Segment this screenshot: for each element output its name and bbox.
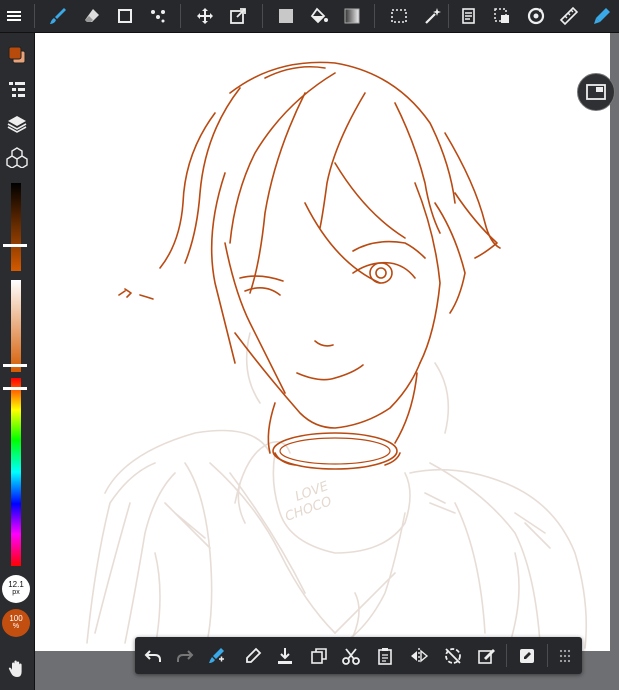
download-icon[interactable] — [271, 642, 299, 670]
hand-icon[interactable] — [3, 655, 31, 683]
edit-icon[interactable] — [513, 642, 541, 670]
top-toolbar — [0, 0, 619, 33]
toolbar-divider — [374, 4, 375, 28]
hue-handle[interactable] — [3, 387, 27, 390]
saturation-slider[interactable] — [0, 280, 34, 373]
scissors-icon[interactable] — [337, 642, 365, 670]
bucket-icon[interactable] — [307, 4, 331, 28]
rectangle-icon[interactable] — [113, 4, 137, 28]
materials-icon[interactable] — [3, 143, 31, 171]
brush-size-indicator[interactable]: 12.1 px — [2, 575, 30, 603]
paste-icon[interactable] — [371, 642, 399, 670]
dot-tool-icon[interactable] — [146, 4, 170, 28]
rotate-icon[interactable] — [524, 4, 548, 28]
action-divider — [547, 644, 548, 667]
toolbar-divider — [180, 4, 181, 28]
eyedropper-icon[interactable] — [239, 642, 267, 670]
sketch-artwork: LOVE CHOCO — [86, 61, 587, 651]
color-swatch-icon[interactable] — [3, 41, 31, 69]
flip-icon[interactable] — [405, 642, 433, 670]
brightness-handle[interactable] — [3, 244, 27, 247]
left-sidebar: 12.1 px 100 % — [0, 33, 35, 690]
action-divider — [506, 644, 507, 667]
ink-sketch-layer — [118, 61, 501, 470]
duplicate-icon[interactable] — [305, 642, 333, 670]
hue-slider[interactable] — [0, 378, 34, 568]
ruler-icon[interactable] — [557, 4, 581, 28]
navigator-icon — [586, 84, 606, 100]
saturation-handle[interactable] — [3, 364, 27, 367]
canvas-area[interactable]: LOVE CHOCO — [35, 33, 619, 690]
transform-icon[interactable] — [226, 4, 250, 28]
layers-icon[interactable] — [3, 110, 31, 138]
eraser-icon[interactable] — [80, 4, 104, 28]
brightness-slider[interactable] — [0, 183, 34, 273]
grid-dots-icon[interactable] — [551, 642, 579, 670]
brush-size-unit: px — [12, 589, 20, 596]
opacity-value: 100 — [9, 614, 23, 623]
magic-wand-icon[interactable] — [421, 4, 445, 28]
toolbar-divider — [34, 4, 35, 28]
drawing-canvas[interactable]: LOVE CHOCO — [35, 33, 610, 651]
brush-icon[interactable] — [46, 4, 70, 28]
navigator-button[interactable] — [577, 73, 615, 111]
select-layer-icon[interactable] — [490, 4, 514, 28]
toolbar-divider — [448, 4, 449, 28]
selection-icon[interactable] — [387, 4, 411, 28]
bottom-action-bar — [135, 637, 582, 674]
undo-icon[interactable] — [139, 642, 167, 670]
brush-size-value: 12.1 — [8, 580, 24, 589]
layer-list-icon[interactable] — [3, 75, 31, 103]
redo-icon[interactable] — [171, 642, 199, 670]
fill-color-icon[interactable] — [274, 4, 298, 28]
gradient-icon[interactable] — [340, 4, 364, 28]
opacity-unit: % — [12, 623, 20, 630]
pen-icon[interactable] — [590, 4, 614, 28]
toolbar-divider — [262, 4, 263, 28]
clear-icon[interactable] — [472, 642, 500, 670]
rotate-off-icon[interactable] — [439, 642, 467, 670]
move-icon[interactable] — [193, 4, 217, 28]
menu-icon[interactable] — [2, 4, 26, 28]
brush-tool-icon[interactable] — [203, 642, 231, 670]
rough-sketch-layer — [86, 332, 587, 651]
copy-layer-icon[interactable] — [456, 4, 480, 28]
opacity-indicator[interactable]: 100 % — [2, 609, 30, 637]
